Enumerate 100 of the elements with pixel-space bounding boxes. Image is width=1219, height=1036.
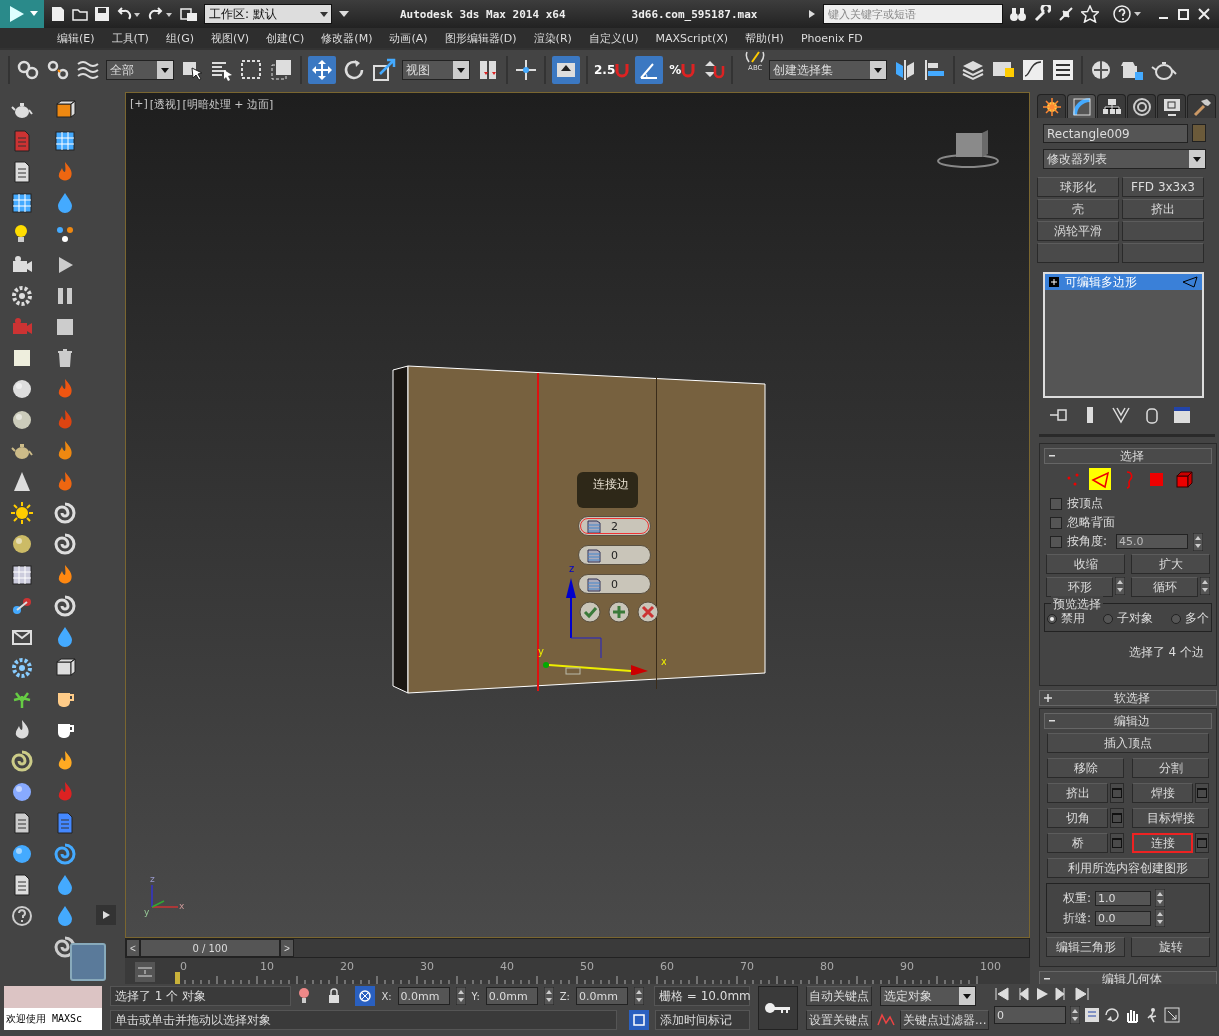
rollout-header[interactable]: 软选择	[1039, 690, 1217, 706]
checkbox[interactable]	[1050, 497, 1062, 510]
menu-item[interactable]: 创建(C)	[266, 30, 305, 46]
radio-label[interactable]: 禁用	[1061, 610, 1085, 627]
swirl-icon[interactable]	[52, 501, 77, 525]
ok-button[interactable]	[579, 601, 601, 626]
help-icon[interactable]	[9, 904, 34, 928]
caddy-field[interactable]: 2	[578, 516, 651, 536]
scale-icon[interactable]	[372, 58, 396, 82]
element-icon[interactable]	[1173, 468, 1195, 490]
add-time-tag[interactable]: 添加时间标记	[654, 1010, 750, 1030]
menu-item[interactable]: 动画(A)	[389, 30, 428, 46]
swirl-icon[interactable]	[9, 749, 34, 773]
edge-line[interactable]	[656, 377, 657, 689]
close-icon[interactable]	[1197, 7, 1212, 21]
remove-modifier-icon[interactable]	[1145, 406, 1159, 424]
menu-item[interactable]: 修改器(M)	[321, 30, 373, 46]
spinner-icon[interactable]	[1070, 1006, 1080, 1024]
sun-icon[interactable]	[9, 501, 34, 525]
rollout-header[interactable]: 编辑边	[1044, 713, 1212, 729]
menu-item[interactable]: 图形编辑器(D)	[444, 30, 517, 46]
wrench-icon[interactable]	[1033, 5, 1052, 23]
plane-handle[interactable]	[565, 667, 581, 675]
menu-item[interactable]: 组(G)	[165, 30, 194, 46]
radio-button[interactable]	[1103, 613, 1113, 624]
listener-input[interactable]	[4, 986, 102, 1008]
spinner-icon[interactable]	[455, 987, 466, 1005]
panel-tab[interactable]	[1097, 94, 1126, 118]
pan-hand-icon[interactable]	[1124, 1007, 1140, 1023]
modifier-button[interactable]: 球形化	[1037, 177, 1119, 197]
gear-icon[interactable]	[9, 284, 34, 308]
current-frame-field[interactable]: 0	[994, 1006, 1066, 1024]
checkbox[interactable]	[1050, 535, 1062, 548]
time-config-icon[interactable]	[1084, 1007, 1100, 1023]
expand-button[interactable]	[95, 905, 116, 925]
grid-icon[interactable]	[52, 129, 77, 153]
viewport-preview-button[interactable]	[69, 943, 106, 981]
listener-output[interactable]: 欢迎使用 MAXSc	[4, 1008, 102, 1030]
reference-coordinate-dropdown[interactable]: 视图	[402, 60, 470, 80]
radio-button[interactable]	[1047, 613, 1057, 624]
panel-tab[interactable]	[1127, 94, 1156, 118]
caddy-field[interactable]: 0	[578, 545, 651, 565]
checkbox-label[interactable]: 按顶点	[1067, 495, 1103, 512]
selection-button[interactable]: 扩大	[1131, 554, 1210, 574]
schematic-view-icon[interactable]	[1051, 58, 1076, 82]
rectangle-selection-icon[interactable]	[240, 58, 264, 82]
set-key-mode-button[interactable]	[758, 986, 798, 1030]
next-frame-button[interactable]: >	[280, 939, 294, 957]
checkbox-label[interactable]: 按角度:	[1067, 533, 1108, 550]
spinner-icon[interactable]	[1200, 577, 1210, 595]
swirl-icon[interactable]	[52, 594, 77, 618]
time-slider-thumb[interactable]: 0 / 100	[140, 939, 280, 957]
menu-item[interactable]: Phoenix FD	[800, 31, 863, 45]
edit-named-selection-icon[interactable]	[745, 50, 766, 64]
spinner-icon[interactable]	[1193, 532, 1204, 551]
swirl-icon[interactable]	[52, 935, 77, 959]
radio-button[interactable]	[1171, 613, 1181, 624]
maximize-viewport-icon[interactable]	[1164, 1007, 1180, 1023]
menu-item[interactable]: 渲染(R)	[533, 30, 572, 46]
menu-item[interactable]: 视图(V)	[210, 30, 250, 46]
viewport-label[interactable]: [+]	[130, 97, 148, 112]
link-icon[interactable]	[16, 58, 40, 82]
coordinate-field[interactable]: 0.0mm	[485, 987, 538, 1005]
layer-icon[interactable]	[961, 58, 986, 82]
workspace-dropdown[interactable]: 工作区: 默认	[204, 4, 332, 24]
move-icon[interactable]	[311, 59, 333, 81]
rollout-header[interactable]: 选择	[1044, 448, 1212, 464]
binoculars-icon[interactable]	[1009, 5, 1028, 23]
edge-button[interactable]: 分割	[1132, 758, 1209, 778]
time-tag-icon[interactable]	[628, 1010, 649, 1030]
panel-tab[interactable]	[1037, 94, 1066, 118]
absolute-mode-icon[interactable]	[355, 986, 376, 1006]
checkbox-label[interactable]: 忽略背面	[1067, 514, 1115, 531]
viewcube-drawing[interactable]	[936, 129, 1000, 169]
edge-button[interactable]: 桥	[1047, 833, 1108, 853]
open-folder-icon[interactable]	[72, 6, 88, 22]
modifier-button[interactable]: 壳	[1037, 199, 1119, 219]
edge-button[interactable]: 编辑三角形	[1046, 937, 1125, 957]
auto-key-button[interactable]: 自动关键点	[806, 986, 872, 1006]
coordinate-field[interactable]: 0.0mm	[397, 987, 450, 1005]
curve-editor-icon[interactable]	[1021, 58, 1046, 82]
expand-icon[interactable]	[1049, 277, 1059, 287]
spinner-icon[interactable]	[1155, 889, 1166, 907]
modifier-stack[interactable]: 可编辑多边形	[1043, 272, 1204, 398]
snap-toggle-label[interactable]: 2.5	[594, 63, 616, 77]
selection-button[interactable]: 收缩	[1046, 554, 1125, 574]
weight-field[interactable]: 1.0	[1095, 890, 1152, 906]
object-name-field[interactable]: Rectangle009	[1043, 124, 1188, 143]
menu-item[interactable]: 编辑(E)	[57, 30, 95, 46]
swirl-icon[interactable]	[52, 532, 77, 556]
edge-button[interactable]: 移除	[1047, 758, 1124, 778]
spinner-icon[interactable]	[1155, 909, 1166, 927]
modifier-stack-item[interactable]: 可编辑多边形	[1045, 274, 1202, 290]
axis-plane-handle[interactable]	[570, 637, 602, 659]
manipulate-icon[interactable]	[514, 58, 538, 82]
apply-button[interactable]	[608, 601, 630, 626]
checkbox[interactable]	[1050, 516, 1062, 529]
spinner-icon[interactable]	[543, 987, 554, 1005]
redo-icon[interactable]	[148, 6, 174, 22]
app-logo-icon[interactable]	[0, 0, 44, 28]
